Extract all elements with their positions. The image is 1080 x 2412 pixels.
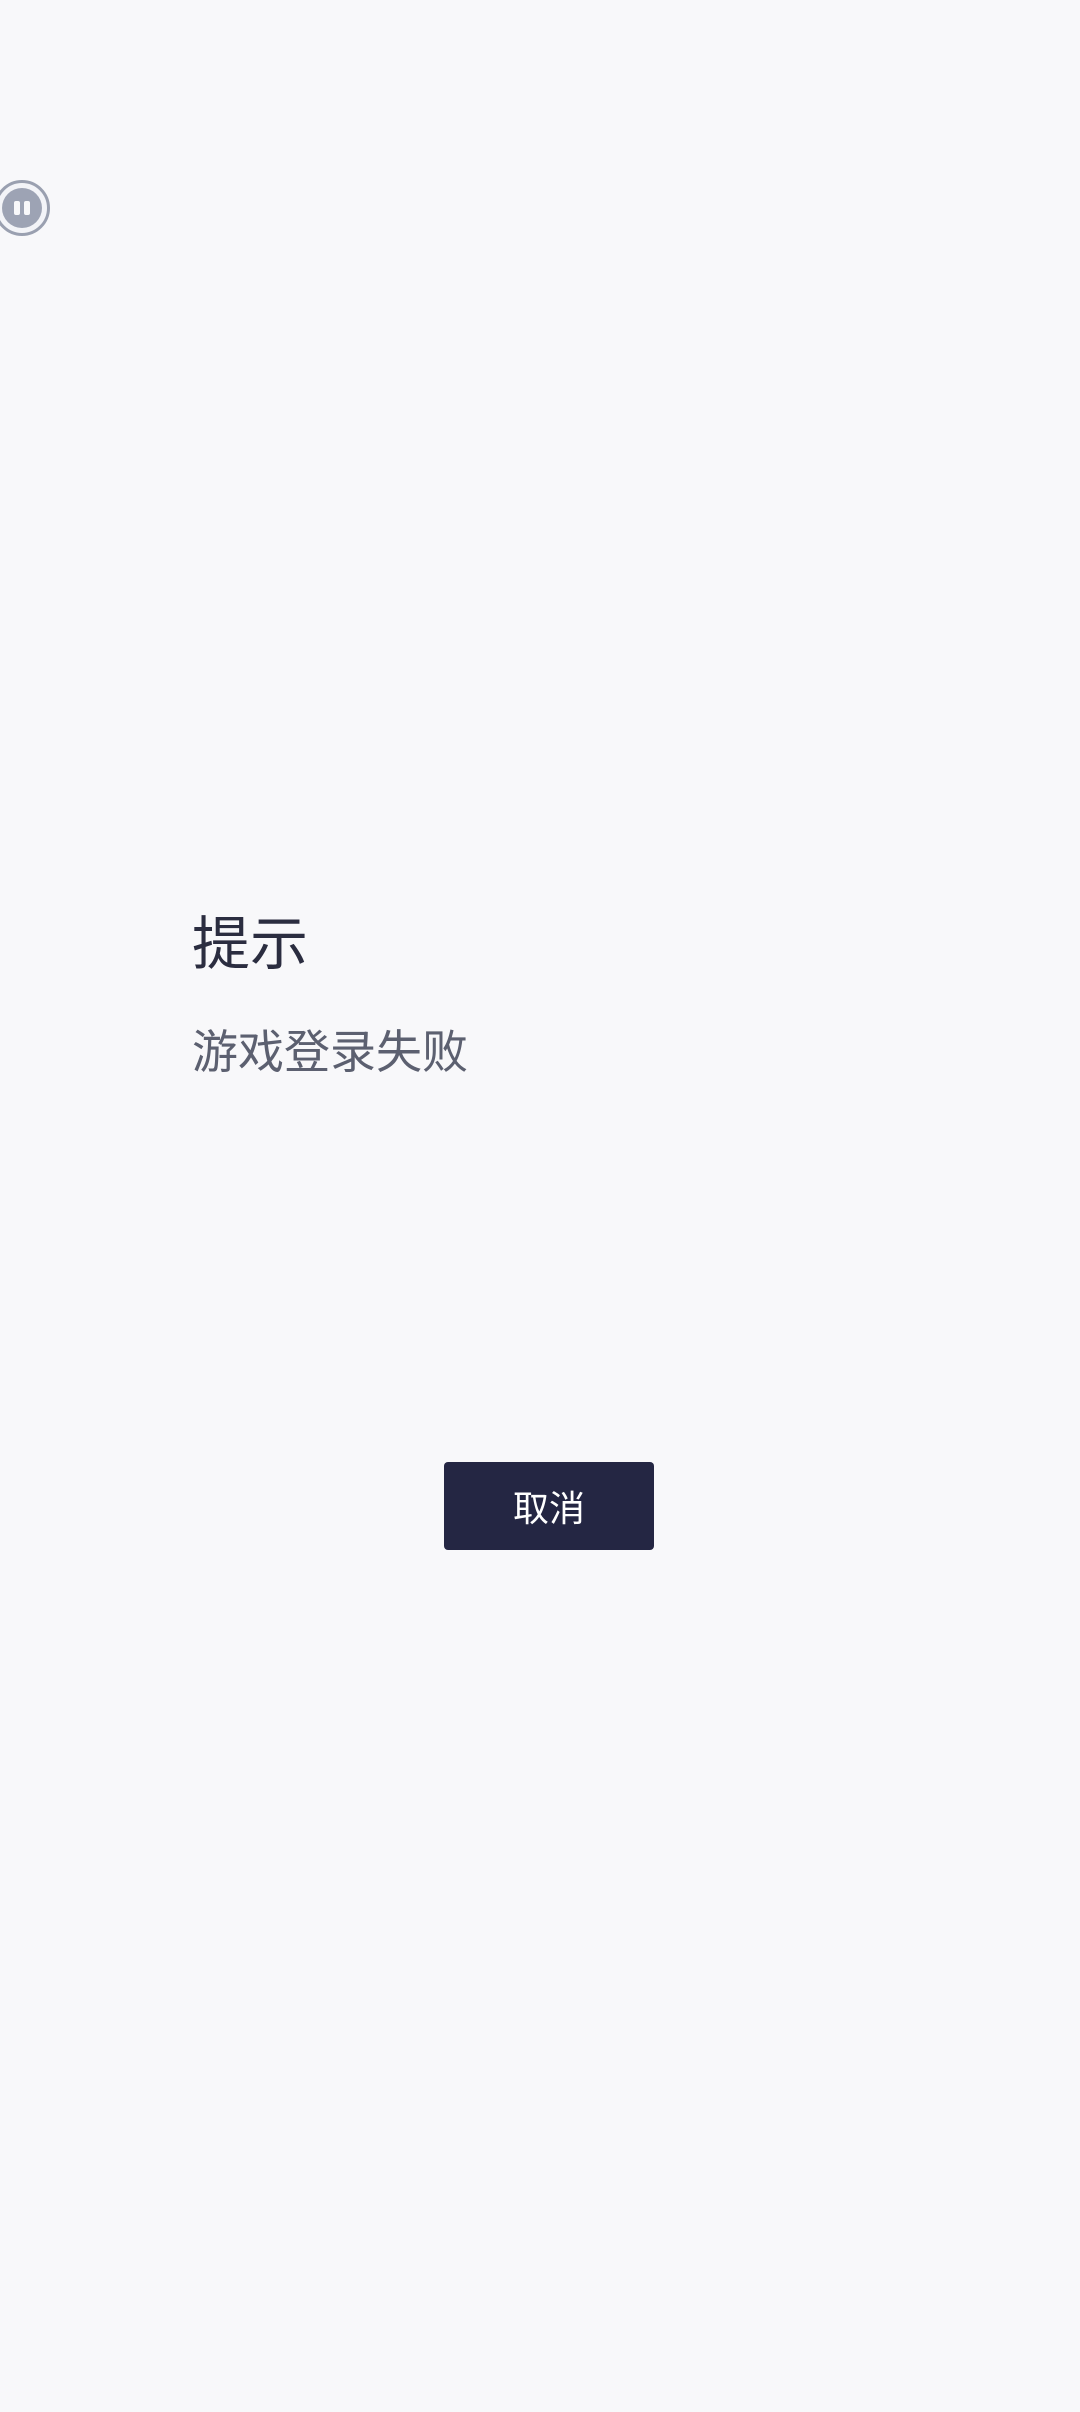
alert-dialog: 提示 游戏登录失败 取消 (0, 0, 1080, 2412)
cancel-button[interactable]: 取消 (444, 1462, 654, 1550)
dialog-message: 游戏登录失败 (192, 1025, 468, 1079)
dialog-title: 提示 (192, 910, 309, 978)
